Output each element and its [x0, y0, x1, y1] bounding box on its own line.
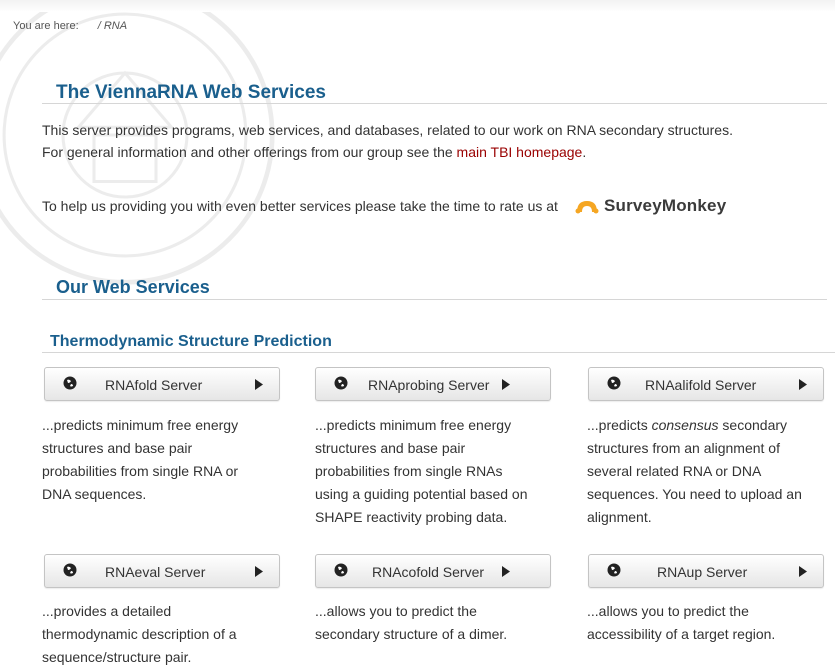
play-arrow-icon [255, 566, 263, 577]
intro-line-2: For general information and other offeri… [42, 144, 587, 160]
globe-icon [334, 376, 348, 390]
page-title: The ViennaRNA Web Services [56, 82, 326, 103]
rnafold-description: ...predicts minimum free energy structur… [42, 417, 239, 502]
top-bar [0, 0, 835, 12]
main-tbi-homepage-link[interactable]: main TBI homepage [457, 144, 583, 160]
rnaalifold-description: ...predicts consensus secondary structur… [587, 417, 802, 525]
survey-text: To help us providing you with even bette… [42, 198, 558, 214]
rnaalifold-server-button[interactable]: RNAalifold Server [588, 367, 824, 401]
play-arrow-icon [502, 566, 510, 577]
globe-icon [607, 563, 621, 577]
rnacofold-description: ...allows you to predict the secondary s… [315, 603, 508, 642]
rnacofold-server-label: RNAcofold Server [372, 564, 485, 580]
breadcrumb-prefix: You are here: [13, 20, 79, 32]
intro-text: This server provides programs, web servi… [42, 119, 832, 163]
rnaup-server-button[interactable]: RNAup Server [588, 554, 824, 588]
play-arrow-icon [255, 379, 263, 390]
rnaeval-server-button[interactable]: RNAeval Server [44, 554, 280, 588]
rnaeval-server-label: RNAeval Server [105, 564, 206, 580]
intro-line-1: This server provides programs, web servi… [42, 122, 733, 138]
breadcrumb-link-rna[interactable]: / RNA [98, 20, 127, 32]
surveymonkey-brand: SurveyMonkey [603, 196, 727, 215]
rnafold-server-label: RNAfold Server [105, 377, 203, 393]
rnaprobing-description: ...predicts minimum free energy structur… [315, 417, 528, 525]
section-divider [42, 299, 827, 300]
rnafold-server-button[interactable]: RNAfold Server [44, 367, 280, 401]
play-arrow-icon [799, 566, 807, 577]
section-title-web-services: Our Web Services [56, 277, 210, 297]
rnaup-description: ...allows you to predict the accessibili… [587, 603, 776, 642]
rnaprobing-server-button[interactable]: RNAprobing Server [315, 367, 551, 401]
play-arrow-icon [502, 379, 510, 390]
survey-prompt: To help us providing you with even bette… [42, 196, 726, 216]
rnaup-server-label: RNAup Server [657, 564, 748, 580]
surveymonkey-logo-link[interactable]: SurveyMonkey [574, 196, 726, 216]
globe-icon [334, 563, 348, 577]
rnacofold-server-button[interactable]: RNAcofold Server [315, 554, 551, 588]
surveymonkey-icon [575, 201, 599, 214]
globe-icon [63, 563, 77, 577]
subsection-title-thermodynamic: Thermodynamic Structure Prediction [50, 333, 332, 350]
rnaalifold-server-label: RNAalifold Server [645, 377, 757, 393]
rnaeval-description: ...provides a detailed thermodynamic des… [42, 603, 237, 665]
rnaprobing-server-label: RNAprobing Server [368, 377, 490, 393]
title-divider [42, 103, 827, 104]
globe-icon [63, 376, 77, 390]
globe-icon [607, 376, 621, 390]
breadcrumb: You are here: / RNA [13, 20, 127, 32]
subsection-divider [42, 352, 835, 353]
play-arrow-icon [799, 379, 807, 390]
